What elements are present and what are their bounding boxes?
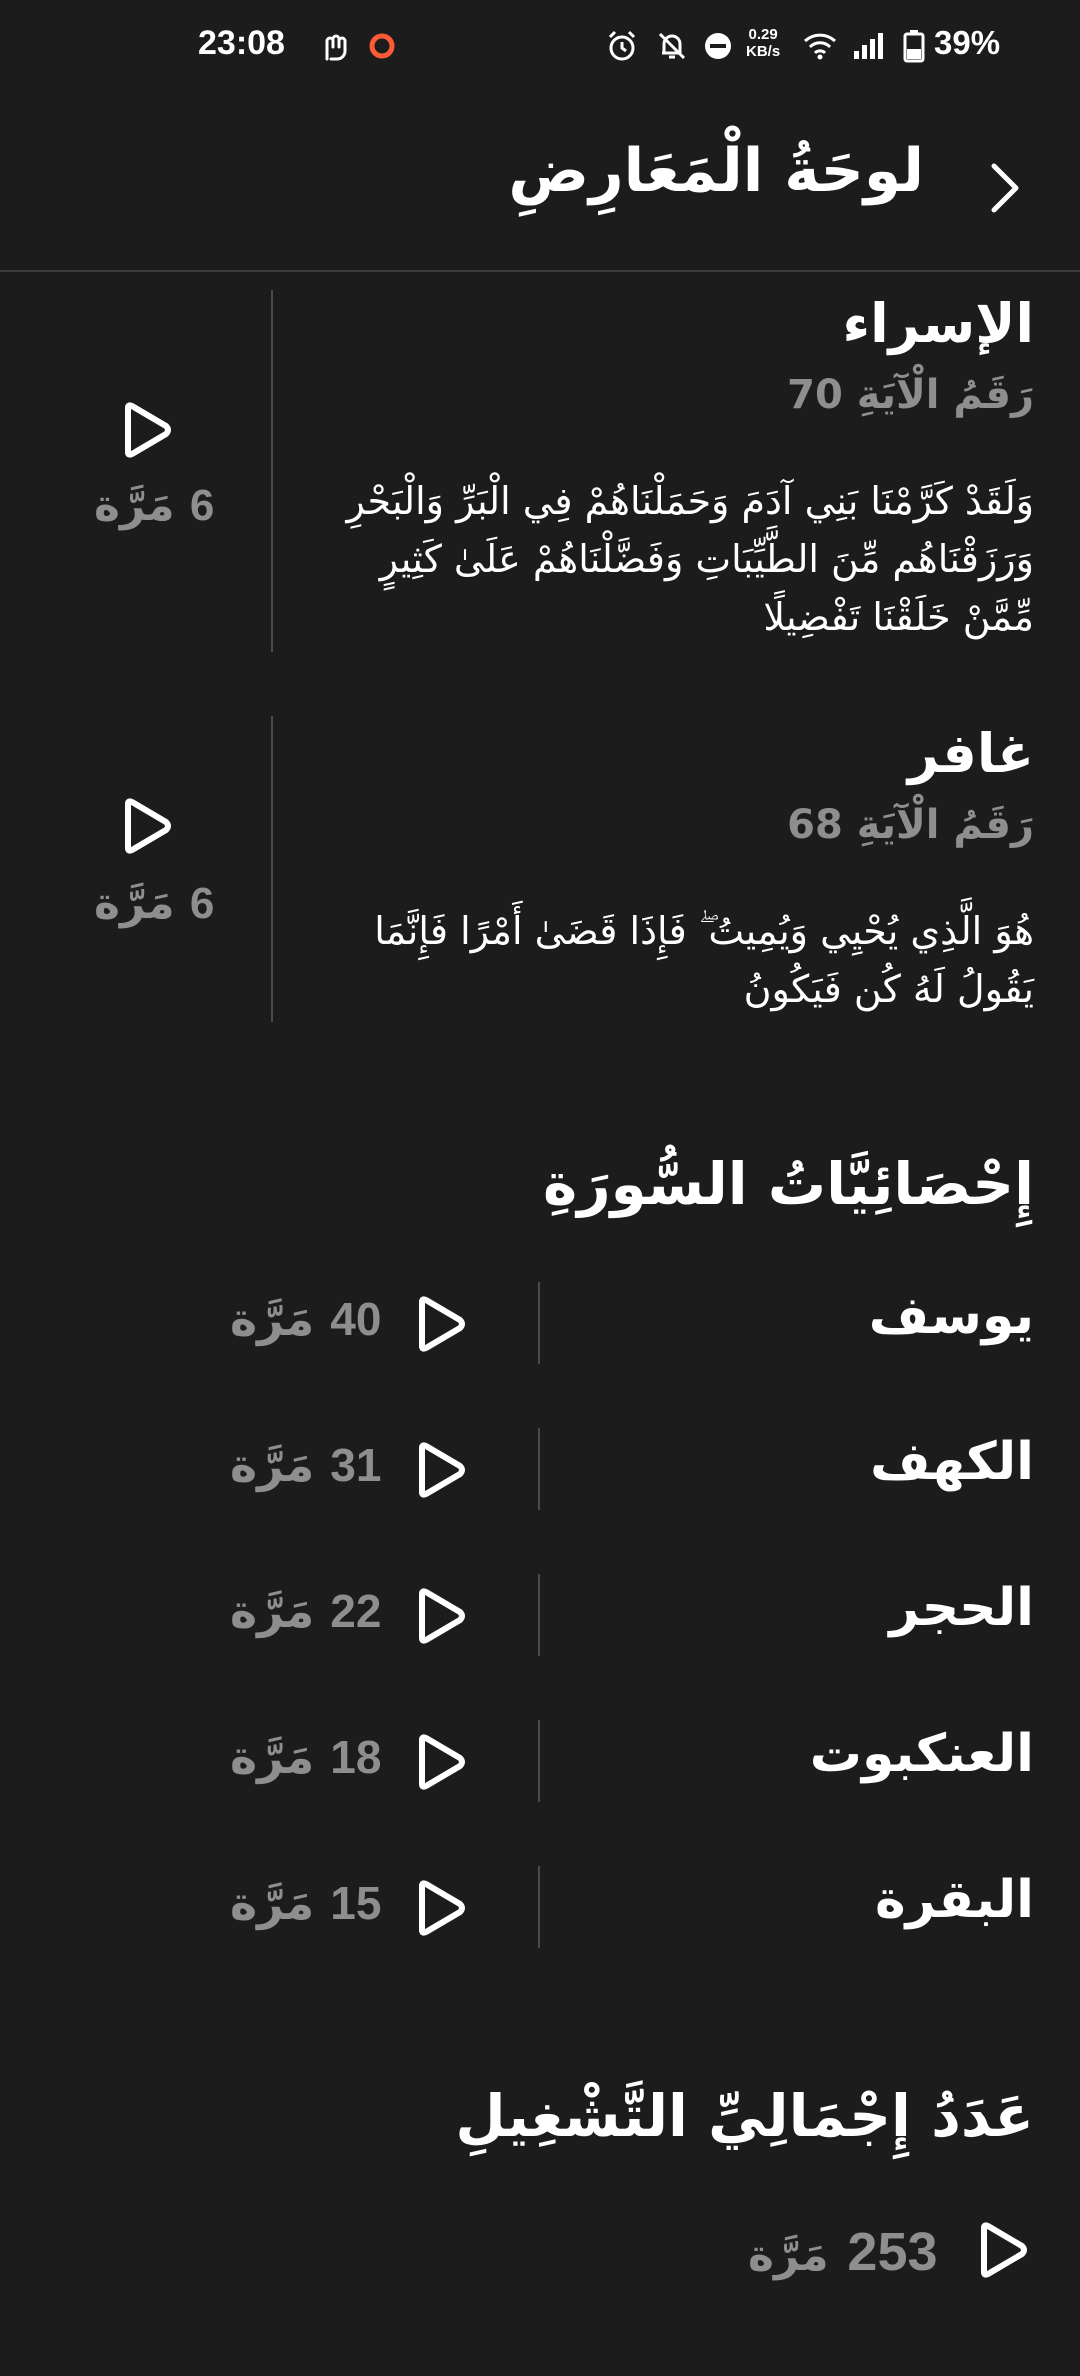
status-bar: 23:08 0.29 KB/s 39% bbox=[0, 0, 1080, 92]
verse-ayah-number: رَقَمُ الْآيَةِ 70 bbox=[787, 372, 1034, 418]
verse-text: هُوَ الَّذِي يُحْيِي وَيُمِيتُ ۖ فَإِذَا… bbox=[374, 909, 1034, 1011]
total-plays-title: عَدَدُ إِجْمَالِيِّ التَّشْغِيلِ bbox=[455, 2082, 1034, 2150]
total-plays-count: 253 مَرَّة bbox=[748, 2220, 938, 2283]
header-divider bbox=[0, 270, 1080, 272]
surah-stat-row[interactable]: العنكبوت 18 مَرَّة bbox=[0, 1710, 1080, 1816]
play-icon[interactable] bbox=[410, 1732, 470, 1792]
play-count-unit: مَرَّة bbox=[94, 480, 175, 531]
surah-stat-count-unit: مَرَّة bbox=[230, 1730, 315, 1784]
surah-stat-count-number: 31 bbox=[330, 1439, 382, 1491]
surah-stat-count-number: 22 bbox=[330, 1585, 382, 1637]
surah-stat-count: 40 مَرَّة bbox=[230, 1292, 381, 1346]
chevron-right-icon[interactable] bbox=[980, 158, 1028, 218]
play-icon[interactable] bbox=[972, 2220, 1032, 2280]
speed-value: 0.29 bbox=[748, 26, 778, 43]
verse-ayah-number: رَقَمُ الْآيَةِ 68 bbox=[787, 802, 1034, 848]
surah-stat-name: الكهف bbox=[870, 1432, 1034, 1492]
total-plays-number: 253 bbox=[847, 2222, 938, 2282]
surah-stat-name: يوسف bbox=[868, 1286, 1034, 1346]
play-icon[interactable] bbox=[116, 400, 176, 460]
surah-stat-count-number: 18 bbox=[330, 1731, 382, 1783]
mute-icon bbox=[652, 26, 692, 66]
record-icon bbox=[362, 26, 402, 66]
surah-stat-count-unit: مَرَّة bbox=[230, 1438, 315, 1492]
card-divider bbox=[271, 716, 273, 1022]
row-divider bbox=[538, 1866, 540, 1948]
verse-surah-name: غافر bbox=[907, 722, 1034, 785]
surah-stat-count: 15 مَرَّة bbox=[230, 1876, 381, 1930]
surah-stat-row[interactable]: الحجر 22 مَرَّة bbox=[0, 1564, 1080, 1670]
surah-stat-count-unit: مَرَّة bbox=[230, 1876, 315, 1930]
surah-stats-title: إِحْصَائِيَّاتُ السُّورَةِ bbox=[543, 1150, 1034, 1218]
play-icon[interactable] bbox=[410, 1878, 470, 1938]
surah-stat-count: 31 مَرَّة bbox=[230, 1438, 381, 1492]
surah-stat-count: 18 مَرَّة bbox=[230, 1730, 381, 1784]
battery-icon bbox=[894, 26, 934, 66]
row-divider bbox=[538, 1282, 540, 1364]
play-count-number: 6 bbox=[189, 481, 215, 530]
row-divider bbox=[538, 1574, 540, 1656]
row-divider bbox=[538, 1720, 540, 1802]
speed-unit: KB/s bbox=[746, 43, 781, 60]
surah-stat-count-unit: مَرَّة bbox=[230, 1584, 315, 1638]
surah-stat-count-unit: مَرَّة bbox=[230, 1292, 315, 1346]
play-count: 6 مَرَّة bbox=[94, 480, 214, 531]
network-speed: 0.29 KB/s bbox=[746, 26, 780, 60]
surah-stat-row[interactable]: البقرة 15 مَرَّة bbox=[0, 1856, 1080, 1962]
surah-stat-count: 22 مَرَّة bbox=[230, 1584, 381, 1638]
verse-card[interactable]: غافر رَقَمُ الْآيَةِ 68 هُوَ الَّذِي يُح… bbox=[0, 710, 1080, 1030]
surah-stat-name: العنكبوت bbox=[809, 1724, 1034, 1784]
dnd-icon bbox=[698, 26, 738, 66]
play-icon[interactable] bbox=[116, 796, 176, 856]
surah-stat-count-number: 15 bbox=[330, 1877, 382, 1929]
surah-stat-name: البقرة bbox=[874, 1870, 1034, 1930]
total-plays-unit: مَرَّة bbox=[748, 2230, 829, 2281]
status-time: 23:08 bbox=[198, 24, 285, 62]
verse-card[interactable]: الإسراء رَقَمُ الْآيَةِ 70 وَلَقَدْ كَرَ… bbox=[0, 280, 1080, 660]
play-count-unit: مَرَّة bbox=[94, 878, 175, 929]
hand-icon bbox=[314, 26, 354, 66]
play-icon[interactable] bbox=[410, 1294, 470, 1354]
alarm-icon bbox=[602, 26, 642, 66]
row-divider bbox=[538, 1428, 540, 1510]
battery-level: 39% bbox=[934, 24, 1001, 61]
surah-stat-count-number: 40 bbox=[330, 1293, 382, 1345]
play-count-number: 6 bbox=[189, 879, 215, 928]
signal-icon bbox=[848, 26, 888, 66]
play-icon[interactable] bbox=[410, 1586, 470, 1646]
verse-surah-name: الإسراء bbox=[842, 292, 1034, 355]
card-divider bbox=[271, 290, 273, 652]
surah-stat-row[interactable]: يوسف 40 مَرَّة bbox=[0, 1272, 1080, 1378]
wifi-icon bbox=[800, 26, 840, 66]
play-icon[interactable] bbox=[410, 1440, 470, 1500]
play-count: 6 مَرَّة bbox=[94, 878, 214, 929]
verse-text: وَلَقَدْ كَرَّمْنَا بَنِي آدَمَ وَحَمَلْ… bbox=[346, 479, 1034, 639]
page-title: لوحَةُ الْمَعَارِضِ bbox=[508, 136, 924, 206]
surah-stat-name: الحجر bbox=[889, 1578, 1034, 1638]
surah-stat-row[interactable]: الكهف 31 مَرَّة bbox=[0, 1418, 1080, 1524]
